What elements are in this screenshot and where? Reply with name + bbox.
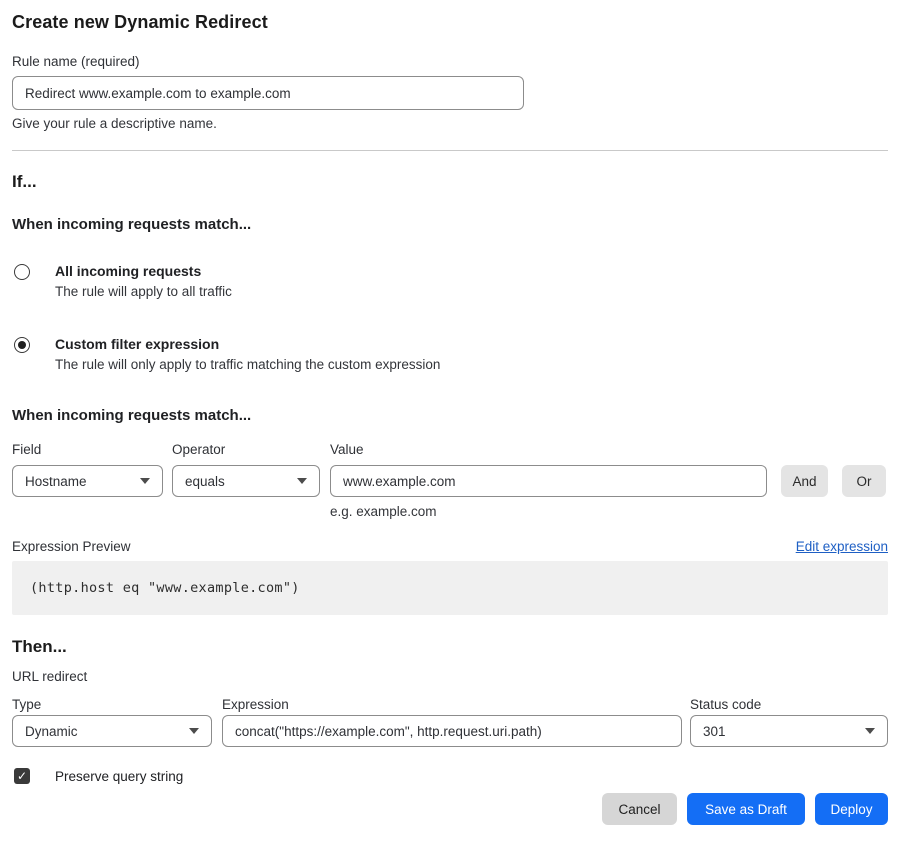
filter-builder-heading: When incoming requests match... (12, 407, 888, 424)
cancel-button[interactable]: Cancel (602, 793, 677, 825)
operator-label: Operator (172, 442, 330, 457)
deploy-button[interactable]: Deploy (815, 793, 888, 825)
or-button[interactable]: Or (842, 465, 886, 497)
radio-button[interactable] (14, 264, 30, 280)
redirect-expression-input[interactable]: concat("https://example.com", http.reque… (222, 715, 682, 747)
rule-name-helper: Give your rule a descriptive name. (12, 116, 888, 131)
filter-builder-labels: Field Operator Value (12, 442, 888, 457)
section-divider (12, 150, 888, 151)
chevron-down-icon (297, 478, 307, 484)
field-select-value: Hostname (25, 474, 87, 489)
rule-name-input[interactable]: Redirect www.example.com to example.com (12, 76, 524, 110)
edit-expression-link[interactable]: Edit expression (796, 539, 888, 554)
radio-option-label: Custom filter expression (55, 336, 440, 352)
preserve-query-label: Preserve query string (55, 769, 183, 784)
value-column: www.example.com e.g. example.com (330, 465, 767, 519)
then-row: Dynamic concat("https://example.com", ht… (12, 715, 888, 747)
expression-preview-code: (http.host eq "www.example.com") (30, 580, 300, 596)
then-heading: Then... (12, 637, 888, 657)
expression-preview-header: Expression Preview Edit expression (12, 539, 888, 554)
status-code-select-value: 301 (703, 724, 726, 739)
preserve-query-checkbox[interactable]: ✓ (14, 768, 30, 784)
type-label: Type (12, 697, 222, 712)
status-code-label: Status code (690, 697, 761, 712)
radio-option-custom-filter[interactable]: Custom filter expression The rule will o… (12, 336, 888, 372)
then-labels: Type Expression Status code (12, 697, 888, 712)
operator-select-value: equals (185, 474, 225, 489)
radio-option-label: All incoming requests (55, 263, 232, 279)
rule-name-label: Rule name (required) (12, 54, 888, 69)
and-button[interactable]: And (781, 465, 828, 497)
radio-option-description: The rule will only apply to traffic matc… (55, 357, 440, 372)
radio-option-description: The rule will apply to all traffic (55, 284, 232, 299)
value-helper: e.g. example.com (330, 504, 767, 519)
chevron-down-icon (865, 728, 875, 734)
save-as-draft-button[interactable]: Save as Draft (687, 793, 805, 825)
url-redirect-label: URL redirect (12, 669, 888, 684)
expression-preview-box: (http.host eq "www.example.com") (12, 561, 888, 615)
radio-texts: Custom filter expression The rule will o… (55, 336, 440, 372)
match-heading: When incoming requests match... (12, 216, 888, 233)
create-redirect-form: Create new Dynamic Redirect Rule name (r… (0, 0, 907, 825)
field-select[interactable]: Hostname (12, 465, 163, 497)
type-select[interactable]: Dynamic (12, 715, 212, 747)
radio-button[interactable] (14, 337, 30, 353)
status-code-select[interactable]: 301 (690, 715, 888, 747)
radio-texts: All incoming requests The rule will appl… (55, 263, 232, 299)
operator-select[interactable]: equals (172, 465, 320, 497)
chevron-down-icon (189, 728, 199, 734)
rule-name-section: Rule name (required) Redirect www.exampl… (12, 54, 888, 131)
chevron-down-icon (140, 478, 150, 484)
expression-preview-label: Expression Preview (12, 539, 131, 554)
value-input[interactable]: www.example.com (330, 465, 767, 497)
radio-option-all-requests[interactable]: All incoming requests The rule will appl… (12, 263, 888, 299)
if-heading: If... (12, 172, 888, 192)
preserve-query-row[interactable]: ✓ Preserve query string (12, 768, 888, 784)
filter-builder-row: Hostname equals www.example.com e.g. exa… (12, 465, 888, 519)
form-actions: Cancel Save as Draft Deploy (12, 793, 888, 825)
value-label: Value (330, 442, 364, 457)
expression-label: Expression (222, 697, 690, 712)
type-select-value: Dynamic (25, 724, 78, 739)
page-title: Create new Dynamic Redirect (12, 12, 888, 33)
field-label: Field (12, 442, 172, 457)
checkmark-icon: ✓ (17, 770, 27, 782)
